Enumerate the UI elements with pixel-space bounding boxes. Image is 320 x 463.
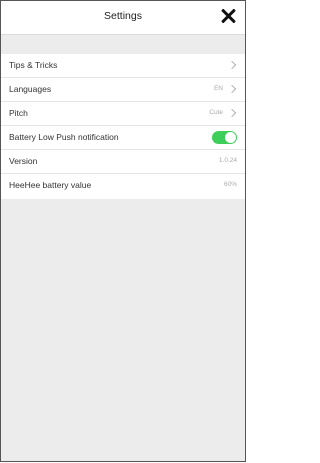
settings-item-label: HeeHee battery value xyxy=(9,180,92,190)
settings-item-pitch[interactable]: Pitch Cute xyxy=(1,102,245,126)
toggle-knob xyxy=(225,132,236,143)
chevron-right-icon xyxy=(227,60,237,70)
settings-item-label: Languages xyxy=(9,84,52,94)
settings-item-battery-value: HeeHee battery value 60% xyxy=(1,174,245,199)
page-title: Settings xyxy=(104,10,142,22)
settings-list: Tips & Tricks Languages EN Pitch Cute Ba… xyxy=(1,54,245,199)
settings-item-battery-push: Battery Low Push notification xyxy=(1,126,245,150)
settings-item-value: Cute xyxy=(209,109,223,116)
battery-value: 60% xyxy=(223,181,237,188)
close-icon[interactable] xyxy=(220,8,236,24)
settings-item-label: Tips & Tricks xyxy=(9,60,58,70)
header-bar: Settings xyxy=(1,1,245,35)
settings-item-label: Battery Low Push notification xyxy=(9,132,119,142)
settings-screen: Settings Tips & Tricks Languages EN Pitc… xyxy=(0,0,246,462)
chevron-right-icon xyxy=(227,84,237,94)
chevron-right-icon xyxy=(227,108,237,118)
settings-item-languages[interactable]: Languages EN xyxy=(1,78,245,102)
version-value: 1.0.24 xyxy=(218,157,237,164)
settings-item-label: Version xyxy=(9,156,38,166)
battery-push-toggle[interactable] xyxy=(212,131,237,144)
settings-item-label: Pitch xyxy=(9,108,28,118)
settings-item-tips[interactable]: Tips & Tricks xyxy=(1,54,245,78)
settings-item-version: Version 1.0.24 xyxy=(1,150,245,174)
settings-item-value: EN xyxy=(213,85,223,92)
